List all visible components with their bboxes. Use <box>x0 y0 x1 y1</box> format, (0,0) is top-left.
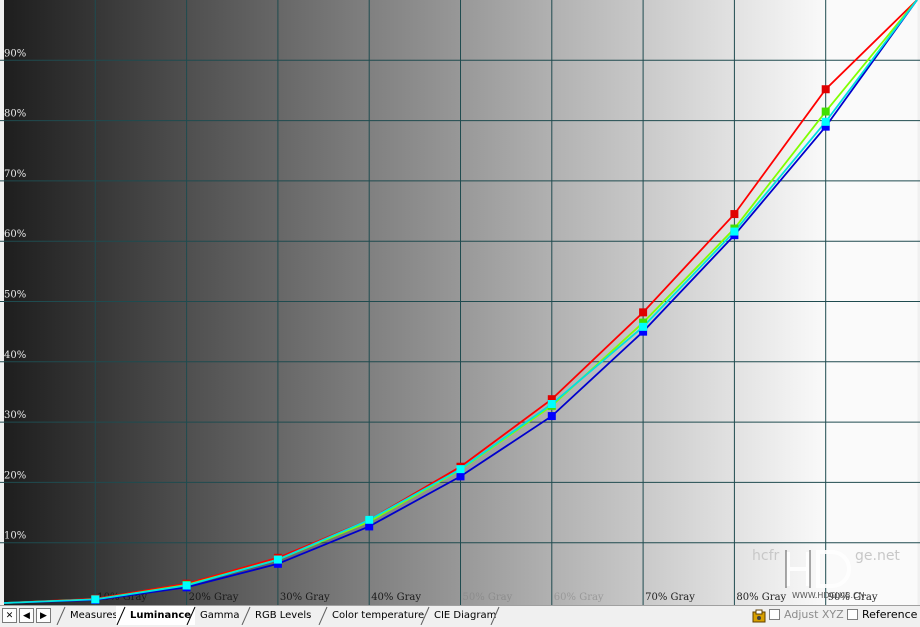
series-marker <box>456 465 465 474</box>
luminance-chart: 10% 20% 30% 40% 50% 60% 70% 80% 90% 10% Gray 20% … <box>0 0 920 605</box>
close-view-button[interactable]: ✕ <box>2 608 17 623</box>
series-marker <box>821 117 830 126</box>
tab-color-temperature[interactable]: Color temperature <box>318 606 424 625</box>
series-marker <box>730 210 739 219</box>
watermark-sub: WWW.HDCLUB.CN <box>792 591 865 600</box>
gray-band <box>186 0 279 605</box>
tab-rgb-levels[interactable]: RGB Levels <box>241 606 311 625</box>
series-marker <box>821 85 830 94</box>
gray-band <box>4 0 96 605</box>
tab-label: Measures <box>70 610 118 621</box>
series-marker <box>639 322 648 331</box>
tab-end-separator-icon <box>490 606 500 625</box>
tab-luminance[interactable]: Luminance <box>116 606 196 625</box>
adjust-xyz-icon[interactable] <box>752 608 766 623</box>
tab-label: CIE Diagram <box>434 610 497 621</box>
x-tick-label: 30% Gray <box>280 592 330 603</box>
series-marker <box>547 400 556 409</box>
y-tick-label: 90% <box>4 48 26 59</box>
tab-bar: ✕ ◀ ▶ Measures Luminance Gamma RGB Level… <box>0 605 920 626</box>
tab-separator-icon <box>318 606 328 625</box>
x-tick-label: 50% Gray <box>463 592 513 603</box>
x-tick-label: 70% Gray <box>645 592 695 603</box>
y-tick-label: 50% <box>4 290 26 301</box>
gray-band <box>551 0 644 605</box>
tab-gamma[interactable]: Gamma <box>186 606 240 625</box>
hd-logo-icon <box>786 550 851 588</box>
x-tick-label: 20% Gray <box>189 592 239 603</box>
series-marker <box>639 308 648 317</box>
adjust-xyz-checkbox[interactable] <box>769 609 780 620</box>
gray-band <box>825 0 918 605</box>
series-marker <box>273 555 282 564</box>
tab-label: Color temperature <box>332 610 425 621</box>
watermark-site: hcfr <box>752 548 779 564</box>
chart-svg: 10%20%30%40%50%60%70%80%90% 10% Gray 20% … <box>0 0 920 605</box>
scroll-right-button[interactable]: ▶ <box>36 608 51 623</box>
tab-separator-icon <box>420 606 430 625</box>
gray-band <box>734 0 827 605</box>
tab-separator-icon <box>241 606 251 625</box>
series-marker <box>365 515 374 524</box>
series-marker <box>547 412 556 421</box>
watermark: hcfr ge.net WWW.HDCLUB.CN <box>752 540 912 602</box>
y-tick-label: 80% <box>4 109 26 120</box>
tab-label: Luminance <box>130 610 192 621</box>
y-tick-label: 60% <box>4 229 26 240</box>
gray-band <box>95 0 188 605</box>
tab-separator-icon <box>56 606 66 625</box>
series-marker <box>456 472 465 481</box>
series-marker <box>730 227 739 236</box>
y-tick-label: 30% <box>4 410 26 421</box>
y-tick-label: 20% <box>4 470 26 481</box>
adjust-xyz-label: Adjust XYZ <box>784 608 844 621</box>
reference-label: Reference <box>862 608 918 621</box>
tab-separator-icon <box>186 606 196 625</box>
reference-checkbox[interactable] <box>847 609 858 620</box>
watermark-domain: ge.net <box>855 548 900 564</box>
series-marker <box>821 107 830 116</box>
series-marker <box>91 595 100 604</box>
gray-band <box>460 0 553 605</box>
y-tick-label: 70% <box>4 169 26 180</box>
x-tick-label: 60% Gray <box>554 592 604 603</box>
series-marker <box>182 581 191 590</box>
x-tick-label: 40% Gray <box>371 592 421 603</box>
tab-label: Gamma <box>200 610 240 621</box>
tab-cie-diagram[interactable]: CIE Diagram <box>420 606 496 625</box>
y-tick-label: 10% <box>4 531 26 542</box>
tab-measures[interactable]: Measures <box>56 606 118 625</box>
gray-band <box>277 0 370 605</box>
scroll-left-button[interactable]: ◀ <box>19 608 34 623</box>
tab-separator-icon <box>116 606 126 625</box>
y-tick-label: 40% <box>4 350 26 361</box>
tab-label: RGB Levels <box>255 610 312 621</box>
gray-band <box>643 0 735 605</box>
